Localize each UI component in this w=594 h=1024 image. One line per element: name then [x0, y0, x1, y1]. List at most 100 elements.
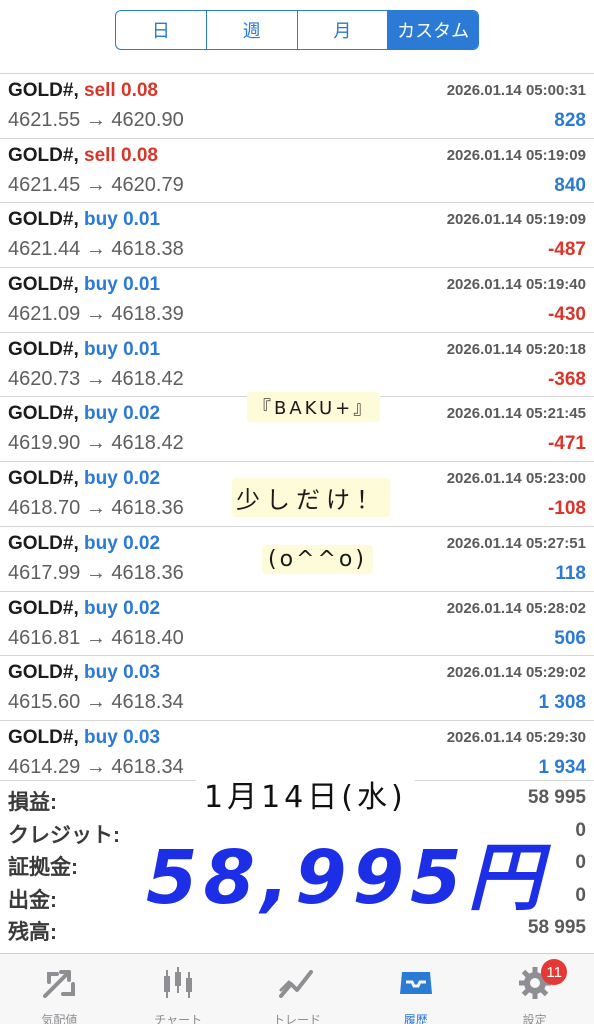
deal-prices: 4621.09 → 4618.39: [8, 303, 184, 326]
deal-time: 2026.01.14 05:00:31: [446, 82, 586, 99]
deal-symbol: GOLD#, buy 0.02: [8, 598, 160, 620]
deal-profit: -368: [547, 368, 586, 390]
deal-row[interactable]: GOLD#, buy 0.03 2026.01.14 05:29:02 4615.6…: [0, 655, 594, 720]
deal-profit: 840: [554, 174, 586, 196]
deal-time: 2026.01.14 05:20:18: [446, 340, 586, 358]
deal-symbol-label: GOLD#,: [8, 274, 79, 296]
trade-icon: [277, 964, 317, 1007]
deal-symbol: GOLD#, buy 0.01: [8, 339, 160, 361]
period-selector-bar: 日 週 月 カスタム: [0, 0, 594, 62]
tab-chart-label: チャート: [154, 1013, 203, 1024]
tab-settings-label: 設定: [522, 1013, 547, 1024]
deal-row[interactable]: GOLD#, buy 0.01 2026.01.14 05:20:18 4620.7…: [0, 331, 594, 397]
deal-side: buy: [84, 597, 118, 619]
deal-side: buy: [84, 274, 118, 296]
deal-time: 2026.01.14 05:29:02: [446, 664, 586, 682]
deal-side: buy: [84, 726, 118, 748]
deal-volume: 0.02: [123, 597, 161, 619]
deal-prices: 4616.81 → 4618.40: [8, 626, 184, 649]
deal-symbol-label: GOLD#,: [8, 209, 79, 231]
handwritten-amount: 58,995円: [146, 835, 548, 921]
deal-side: buy: [84, 662, 118, 684]
deal-symbol-label: GOLD#,: [8, 144, 79, 166]
deal-profit: -487: [547, 239, 586, 261]
tab-chart[interactable]: チャート: [119, 954, 238, 1024]
history-icon: [396, 964, 436, 1007]
deal-symbol-label: GOLD#,: [8, 532, 79, 554]
deal-side: buy: [84, 209, 118, 231]
deal-time: 2026.01.14 05:19:09: [446, 146, 586, 164]
deal-side: sell: [84, 80, 116, 101]
summary-value: 0: [575, 884, 586, 906]
handwritten-sukoshi-note: 少しだけ！: [232, 478, 390, 517]
bottom-tab-bar: 気配値 チャート トレード 履歴 設定 11: [0, 953, 594, 1024]
deal-volume: 0.02: [123, 532, 161, 554]
deal-symbol-label: GOLD#,: [8, 662, 79, 684]
deal-time: 2026.01.14 05:28:02: [446, 599, 586, 617]
summary-label: 残高:: [8, 921, 57, 944]
tab-day[interactable]: 日: [116, 11, 207, 49]
deal-volume: 0.08: [121, 80, 158, 101]
deal-profit: 118: [555, 562, 586, 584]
deal-side: buy: [84, 403, 118, 425]
deal-prices: 4621.55 → 4620.90: [8, 109, 184, 131]
deal-time: 2026.01.14 05:19:09: [446, 211, 586, 229]
deal-row[interactable]: GOLD#, sell 0.08 2026.01.14 05:19:09 4621.…: [0, 137, 594, 203]
tab-month[interactable]: 月: [298, 11, 389, 49]
deal-prices: 4620.73 → 4618.42: [8, 367, 184, 390]
deal-time: 2026.01.14 05:19:40: [446, 276, 586, 294]
tab-trade[interactable]: トレード: [238, 954, 357, 1024]
deal-volume: 0.08: [121, 144, 158, 166]
deal-volume: 0.03: [123, 662, 161, 684]
handwritten-face: (o^^o): [262, 545, 373, 574]
deal-volume: 0.01: [123, 338, 161, 360]
deal-volume: 0.01: [123, 209, 161, 231]
deal-row[interactable]: GOLD#, buy 0.01 2026.01.14 05:19:09 4621.4…: [0, 202, 594, 267]
deal-symbol: GOLD#, buy 0.02: [8, 533, 160, 555]
quotes-icon: [39, 964, 79, 1007]
deal-row[interactable]: GOLD#, buy 0.01 2026.01.14 05:19:40 4621.0…: [0, 267, 594, 332]
deal-symbol: GOLD#, buy 0.02: [8, 403, 160, 425]
deal-profit: 506: [554, 627, 586, 649]
deal-symbol-label: GOLD#,: [8, 468, 79, 490]
tab-history[interactable]: 履歴: [356, 954, 475, 1024]
deal-symbol: GOLD#, buy 0.01: [8, 209, 160, 231]
deal-side: sell: [84, 144, 116, 166]
deal-profit: 1 308: [538, 692, 586, 714]
deal-time: 2026.01.14 05:29:30: [446, 728, 586, 746]
deal-symbol: GOLD#, buy 0.03: [8, 727, 160, 749]
deal-row[interactable]: GOLD#, sell 0.08 2026.01.14 05:00:31 4621.…: [0, 73, 594, 138]
notification-badge: 11: [541, 959, 568, 985]
deal-volume: 0.02: [123, 403, 161, 425]
summary-label: クレジット:: [8, 823, 120, 847]
deal-profit: -430: [547, 304, 586, 326]
deal-prices: 4621.44 → 4618.38: [8, 238, 184, 261]
deal-symbol: GOLD#, buy 0.01: [8, 274, 160, 296]
deal-volume: 0.02: [123, 468, 161, 490]
tab-custom[interactable]: カスタム: [388, 11, 478, 49]
deal-volume: 0.03: [123, 726, 161, 748]
tab-quotes[interactable]: 気配値: [0, 954, 119, 1024]
tab-trade-label: トレード: [272, 1013, 321, 1024]
deal-symbol-label: GOLD#,: [8, 597, 79, 619]
tab-week[interactable]: 週: [207, 11, 298, 49]
deals-list: GOLD#, sell 0.08 2026.01.14 05:00:31 4621.…: [0, 73, 594, 785]
deal-prices: 4619.90 → 4618.42: [8, 432, 184, 455]
deal-profit: 828: [554, 110, 586, 131]
deal-symbol: GOLD#, sell 0.08: [8, 80, 158, 102]
deal-row[interactable]: GOLD#, buy 0.02 2026.01.14 05:28:02 4616.8…: [0, 590, 594, 656]
deal-volume: 0.01: [123, 274, 161, 296]
deal-prices: 4621.45 → 4620.79: [8, 173, 184, 196]
deal-side: buy: [84, 532, 118, 554]
summary-label: 出金:: [8, 888, 57, 912]
chart-icon: [158, 964, 198, 1007]
tab-history-label: 履歴: [403, 1013, 428, 1024]
summary-label: 損益:: [8, 791, 57, 814]
deal-prices: 4615.60 → 4618.34: [8, 691, 184, 714]
tab-settings[interactable]: 設定 11: [475, 954, 594, 1024]
deal-time: 2026.01.14 05:23:00: [446, 470, 586, 488]
deal-symbol-label: GOLD#,: [8, 403, 79, 425]
deal-side: buy: [84, 468, 118, 490]
deal-profit: -471: [547, 433, 586, 455]
deal-symbol: GOLD#, sell 0.08: [8, 145, 158, 167]
